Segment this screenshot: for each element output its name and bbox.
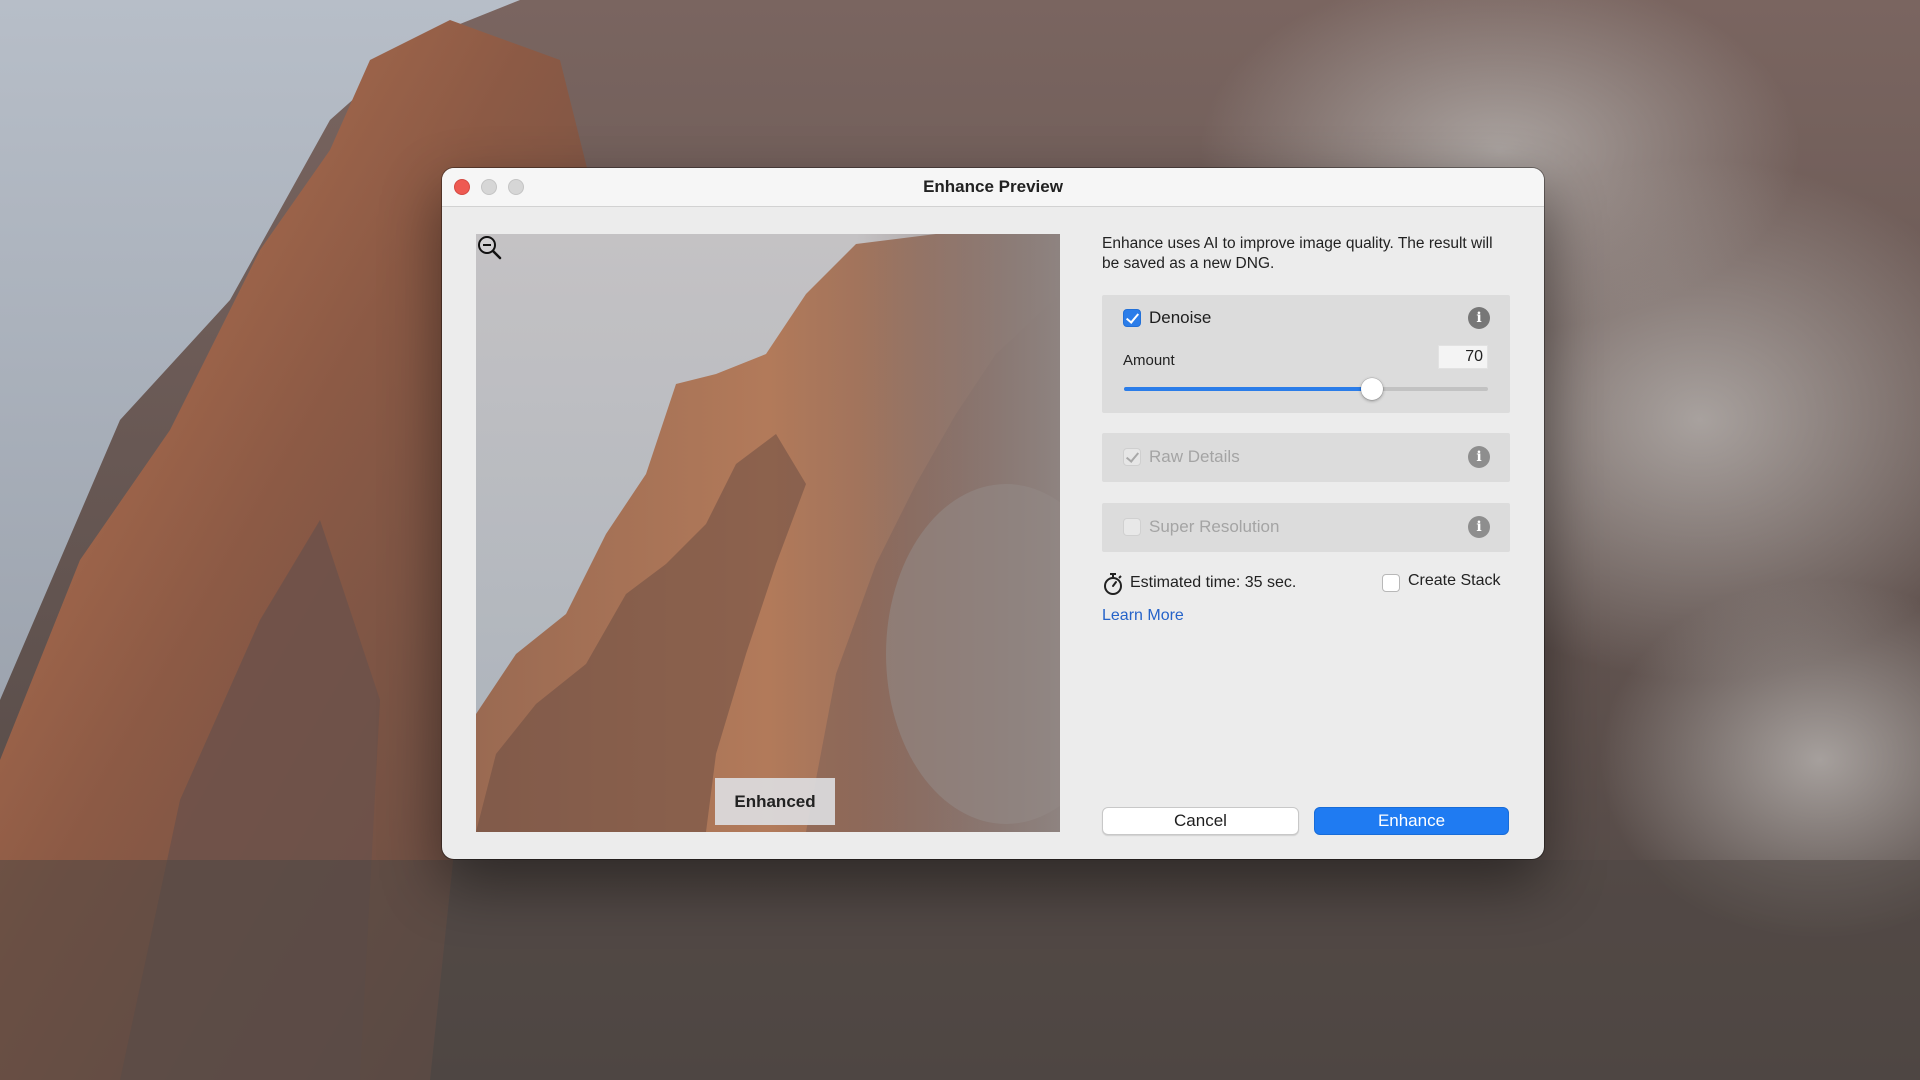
denoise-checkbox[interactable] (1123, 309, 1141, 327)
amount-label: Amount (1123, 352, 1175, 369)
amount-slider[interactable] (1124, 378, 1488, 400)
enhance-preview-dialog: Enhance Preview Enhanced Enhance uses AI… (442, 168, 1544, 859)
zoom-out-icon[interactable] (476, 234, 502, 260)
raw-details-panel: Raw Details i (1102, 433, 1510, 482)
cancel-button[interactable]: Cancel (1102, 807, 1299, 835)
enhance-button[interactable]: Enhance (1314, 807, 1509, 835)
super-resolution-label: Super Resolution (1149, 517, 1280, 536)
raw-details-checkbox (1123, 448, 1141, 466)
denoise-panel: Denoise i Amount 70 (1102, 295, 1510, 413)
denoise-info-icon[interactable]: i (1468, 307, 1490, 329)
preview-image[interactable]: Enhanced (476, 234, 1060, 832)
amount-value-field[interactable]: 70 (1438, 345, 1488, 369)
raw-details-label: Raw Details (1149, 447, 1240, 466)
dialog-title: Enhance Preview (923, 177, 1063, 196)
estimated-time-text: Estimated time: 35 sec. (1130, 574, 1297, 591)
title-bar: Enhance Preview (442, 168, 1544, 207)
amount-slider-thumb[interactable] (1360, 378, 1383, 400)
create-stack-label[interactable]: Create Stack (1408, 572, 1500, 590)
enhanced-badge: Enhanced (715, 778, 835, 825)
stopwatch-icon (1104, 573, 1122, 595)
learn-more-link[interactable]: Learn More (1102, 607, 1184, 625)
description-text: Enhance uses AI to improve image quality… (1102, 235, 1493, 272)
super-resolution-info-icon[interactable]: i (1468, 516, 1490, 538)
create-stack-checkbox[interactable] (1382, 574, 1400, 592)
super-resolution-panel: Super Resolution i (1102, 503, 1510, 552)
raw-details-info-icon[interactable]: i (1468, 446, 1490, 468)
super-resolution-checkbox (1123, 518, 1141, 536)
denoise-label[interactable]: Denoise (1149, 308, 1211, 328)
amount-slider-fill (1124, 387, 1372, 391)
preview-photo (476, 234, 1060, 832)
